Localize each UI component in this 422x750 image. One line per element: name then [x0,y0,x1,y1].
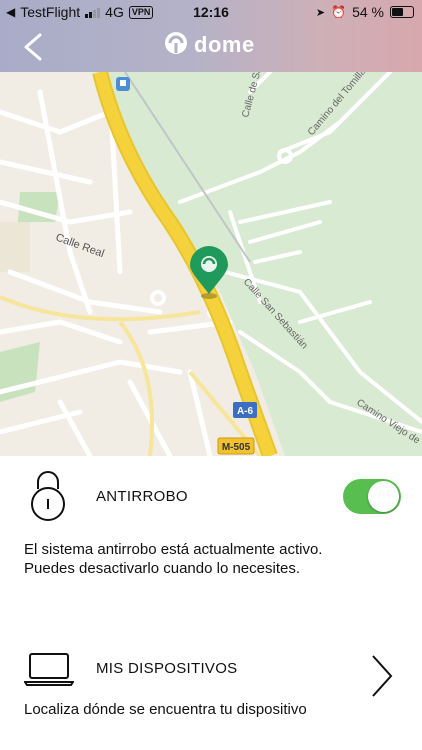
battery-percent: 54 % [352,4,384,20]
laptop-icon [24,653,74,686]
antitheft-description: El sistema antirrobo está actualmente ac… [24,540,322,578]
back-chevron-icon[interactable] [20,32,48,62]
antitheft-description-line1: El sistema antirrobo está actualmente ac… [24,541,323,558]
battery-icon [390,6,414,18]
map-view[interactable]: A-6 M-505 Calle Real Calle San Sebastián… [0,72,422,456]
m505-shield: M-505 [217,437,255,455]
devices-description: Localiza dónde se encuentra tu dispositi… [24,701,307,718]
antitheft-title: ANTIRROBO [96,488,188,505]
status-bar: ◀ TestFlight 4G VPN 12:16 ➤ ⏰ 54 % [0,0,422,24]
street-label-calle-real: Calle Real [54,232,106,261]
m505-label: M-505 [222,442,251,453]
logo-text: dome [194,32,255,57]
dome-logo: dome [164,31,255,59]
a6-shield: A-6 [233,402,257,418]
devices-row[interactable]: MIS DISPOSITIVOS Localiza dónde se encue… [0,640,422,720]
a6-label: A-6 [237,406,254,417]
alarm-icon: ⏰ [331,5,347,19]
padlock-icon [31,471,65,521]
map-canvas[interactable]: A-6 M-505 Calle Real Calle San Sebastián… [0,72,422,456]
antitheft-description-line2: Puedes desactivarlo cuando lo necesites. [24,560,301,577]
app-header: ◀ TestFlight 4G VPN 12:16 ➤ ⏰ 54 % dome [0,0,422,72]
train-station-icon[interactable] [116,77,130,91]
chevron-right-icon[interactable] [370,654,394,698]
devices-title: MIS DISPOSITIVOS [96,660,238,677]
location-arrow-icon: ➤ [315,6,326,19]
antitheft-toggle[interactable] [343,479,401,514]
dome-logo-icon [165,32,187,54]
toggle-knob [368,481,399,512]
